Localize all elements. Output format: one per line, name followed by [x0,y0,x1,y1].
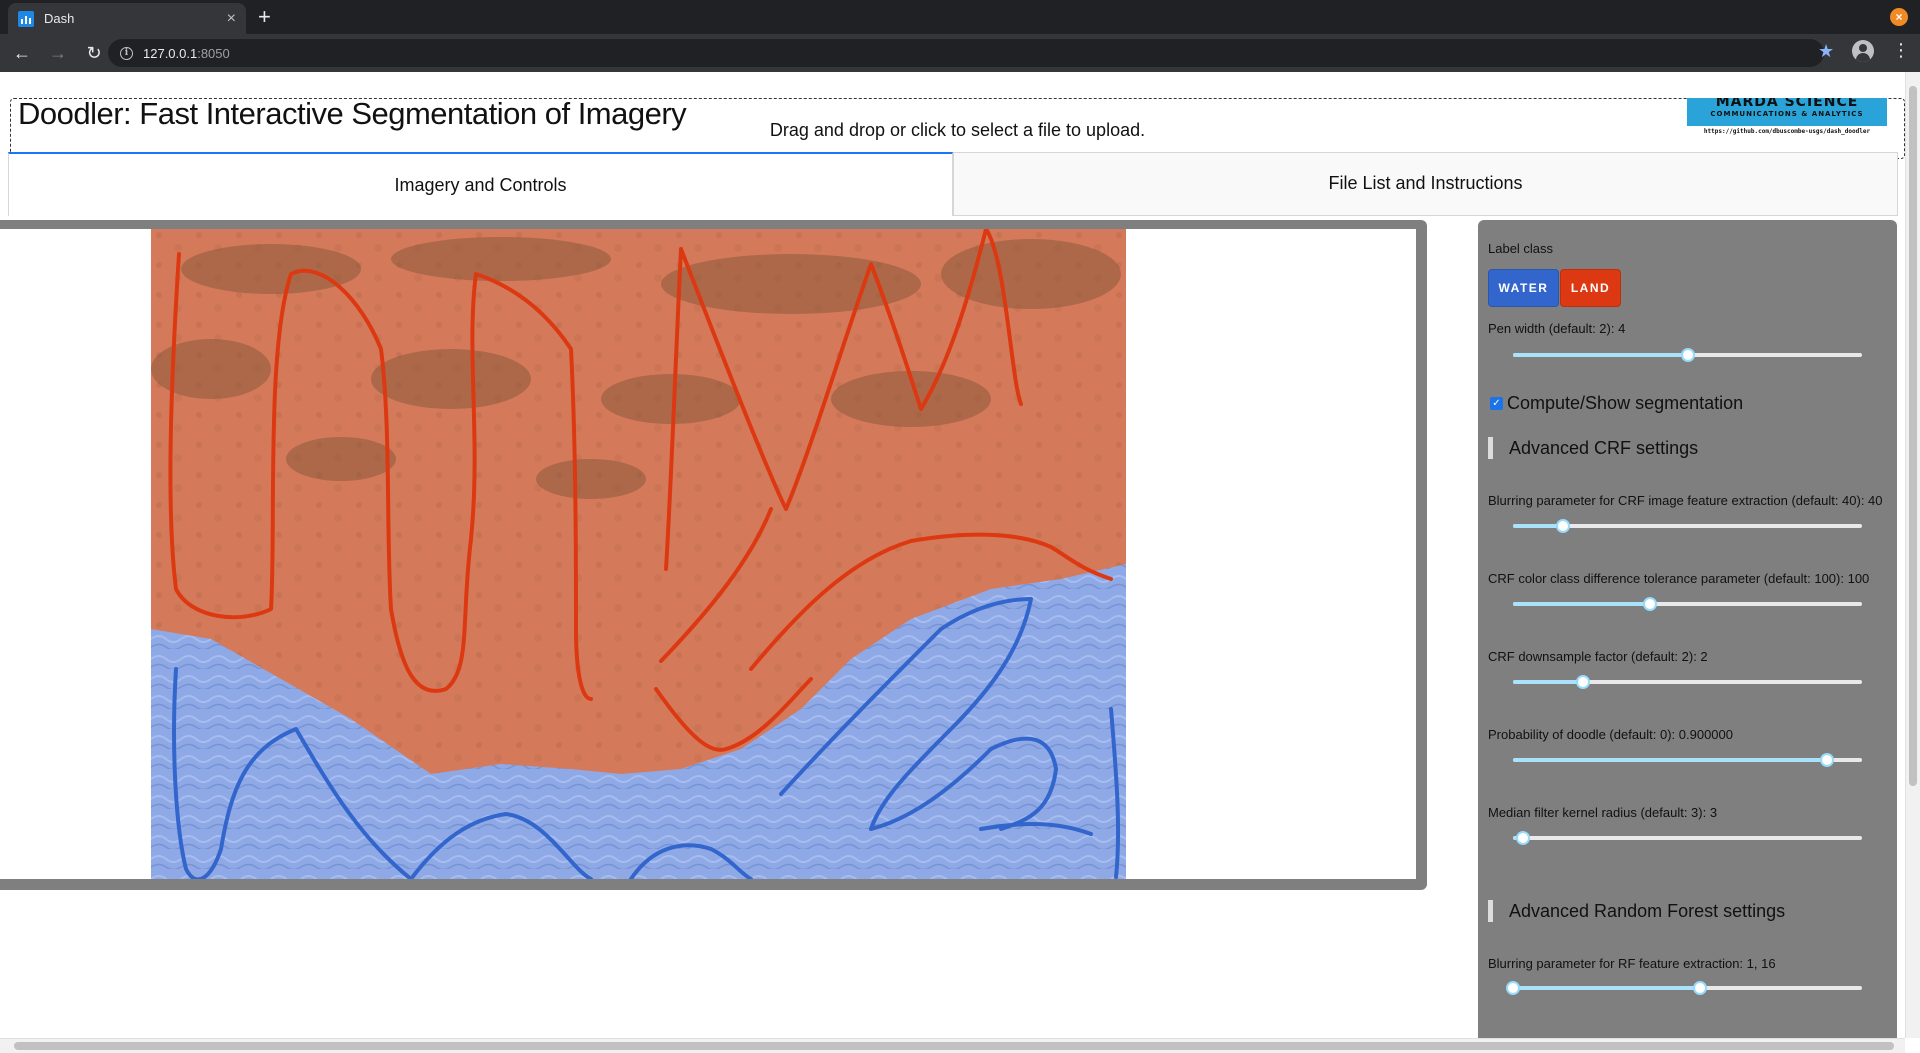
dash-favicon-icon [18,10,34,27]
new-tab-icon[interactable]: + [258,4,271,30]
crf-blur-slider[interactable] [1513,518,1862,534]
horizontal-scrollbar[interactable] [0,1038,1905,1053]
doodle-probability-label: Probability of doodle (default: 0): 0.90… [1488,727,1734,742]
pen-width-slider[interactable] [1513,347,1862,363]
slider-track [1513,986,1700,990]
image-graph-frame [0,220,1427,890]
logo-text-main: MARDA SCIENCE [1715,98,1859,110]
slider-handle-high[interactable] [1692,981,1707,995]
window-close-icon[interactable]: × [1890,8,1908,26]
url-host: 127.0.0.1 [143,45,198,61]
crf-color-tolerance-label: CRF color class difference tolerance par… [1488,571,1870,586]
logo-text-sub: COMMUNICATIONS & ANALYTICS [1710,110,1864,118]
browser-menu-icon[interactable]: ⋮ [1892,40,1910,60]
slider-handle[interactable] [1575,675,1590,689]
url-port: :8050 [197,45,230,61]
tab-file-list-and-instructions[interactable]: File List and Instructions [953,152,1898,216]
marda-science-logo: MARDA SCIENCE COMMUNICATIONS & ANALYTICS [1687,98,1887,127]
browser-toolbar: ← → ↻ i 127.0.0.1 :8050 [0,34,1920,72]
median-filter-label: Median filter kernel radius (default: 3)… [1488,805,1718,820]
slider-track [1513,758,1828,762]
compute-segmentation-toggle[interactable]: ✓ Compute/Show segmentation [1490,393,1743,414]
compute-segmentation-label: Compute/Show segmentation [1507,393,1744,413]
profile-avatar-icon[interactable] [1852,40,1874,62]
slider-handle[interactable] [1516,831,1531,845]
tab-imagery-and-controls[interactable]: Imagery and Controls [8,152,953,216]
rf-blur-range-slider[interactable] [1506,980,1862,996]
scrollbar-thumb[interactable] [1909,86,1917,786]
slider-handle[interactable] [1680,348,1695,362]
address-bar[interactable]: i 127.0.0.1 :8050 [108,39,1824,67]
slider-handle[interactable] [1820,753,1835,767]
main-tabs: Imagery and Controls File List and Instr… [8,152,1898,216]
site-info-icon[interactable]: i [120,46,133,60]
logo-github-url: https://github.com/dbuscombe-usgs/dash_d… [1703,128,1871,135]
water-class-button[interactable]: WATER [1488,269,1559,307]
dash-app-page: Drag and drop or click to select a file … [0,72,1905,1038]
back-arrow-icon[interactable]: ← [8,43,36,64]
crf-downsample-slider[interactable] [1513,674,1862,690]
slider-handle[interactable] [1642,597,1657,611]
slider-track [1513,680,1583,684]
browser-tab-strip: Dash × + × [0,0,1920,34]
pen-width-label: Pen width (default: 2): 4 [1488,321,1626,336]
median-filter-slider[interactable] [1513,830,1862,846]
scrollbar-thumb[interactable] [14,1042,1894,1050]
crf-downsample-label: CRF downsample factor (default: 2): 2 [1488,649,1708,664]
vertical-scrollbar[interactable] [1905,72,1920,1038]
slider-handle-low[interactable] [1506,981,1520,995]
slider-track [1513,353,1688,357]
checkbox-checked-icon[interactable]: ✓ [1490,397,1503,410]
rf-blur-label: Blurring parameter for RF feature extrac… [1488,956,1776,971]
page-title: Doodler: Fast Interactive Segmentation o… [18,96,687,131]
annotation-canvas[interactable] [0,229,1416,879]
crf-blur-label: Blurring parameter for CRF image feature… [1488,493,1883,508]
control-panel: Label class WATER LAND Pen width (defaul… [1478,220,1897,1038]
doodle-probability-slider[interactable] [1513,752,1862,768]
segmented-image[interactable] [151,229,1126,879]
reload-icon[interactable]: ↻ [80,43,108,64]
tab-close-icon[interactable]: × [227,10,236,27]
crf-color-tolerance-slider[interactable] [1513,596,1862,612]
land-class-button[interactable]: LAND [1560,269,1621,307]
browser-tab-title: Dash [44,11,75,26]
rf-settings-heading: Advanced Random Forest settings [1488,900,1785,922]
slider-handle[interactable] [1555,519,1570,533]
bookmark-star-icon[interactable]: ★ [1818,41,1834,62]
forward-arrow-icon[interactable]: → [44,43,72,64]
label-class-title: Label class [1488,241,1554,256]
browser-tab[interactable]: Dash × [8,3,246,34]
slider-track [1513,602,1650,606]
crf-settings-heading: Advanced CRF settings [1488,437,1698,459]
